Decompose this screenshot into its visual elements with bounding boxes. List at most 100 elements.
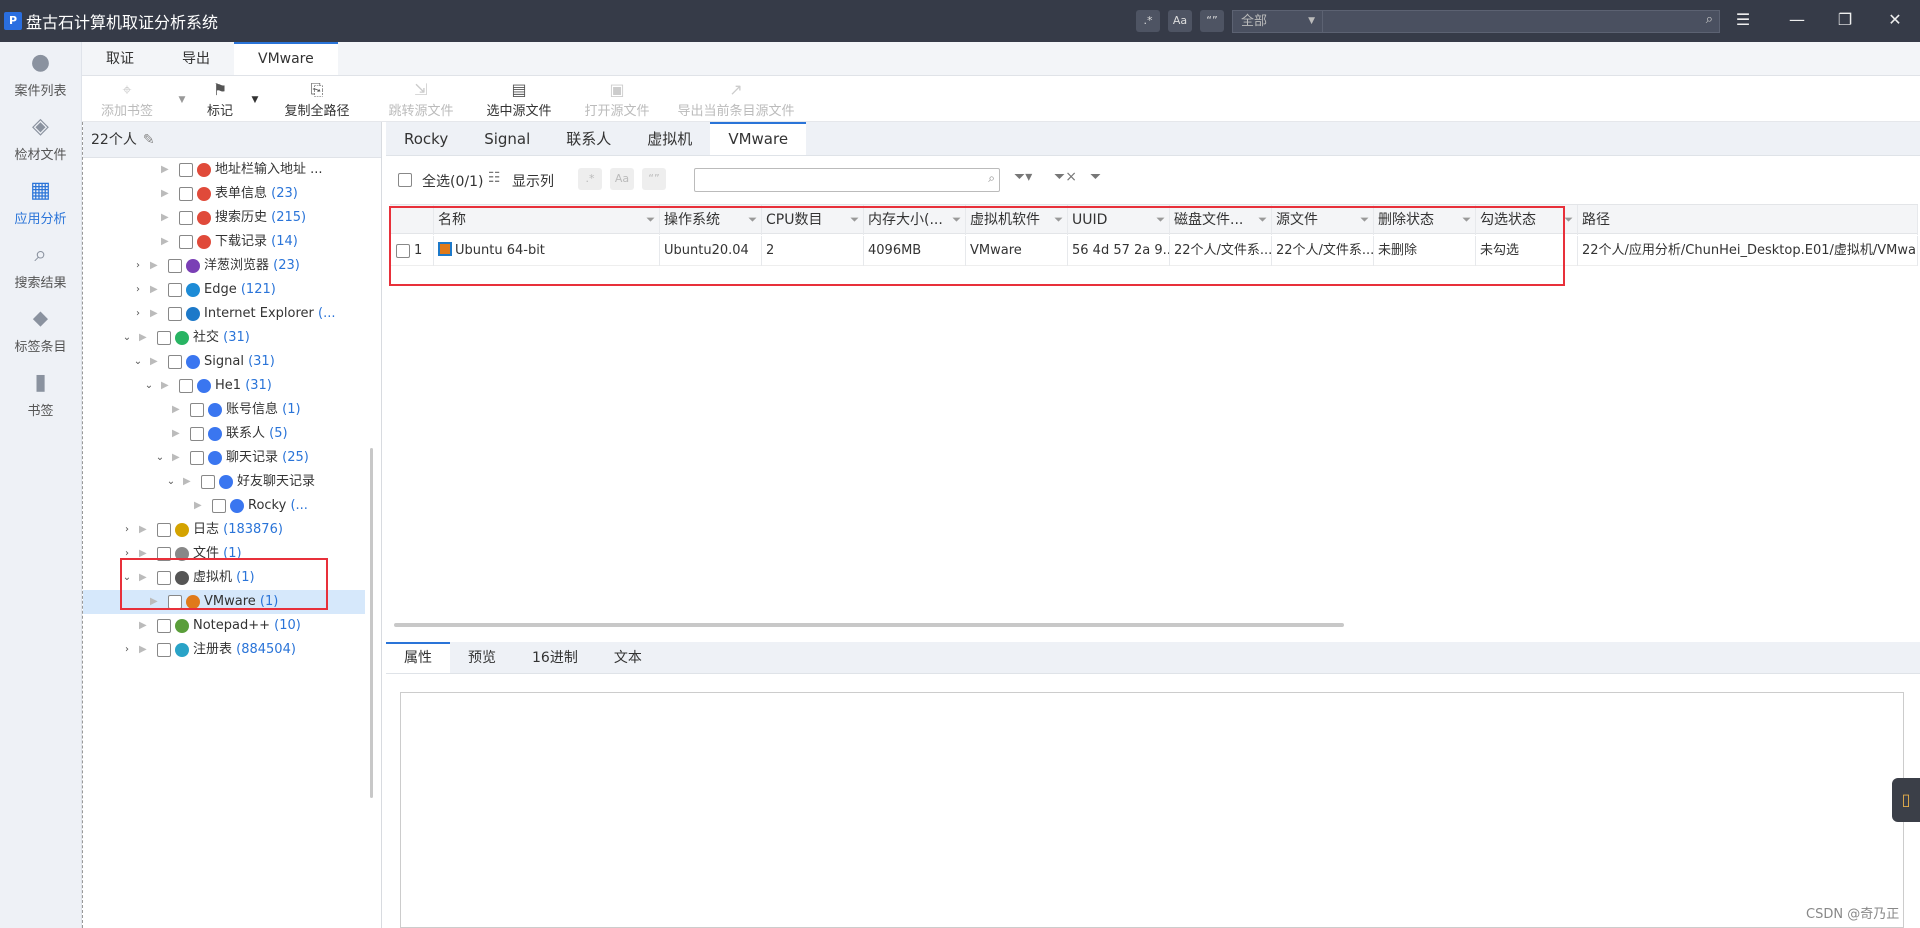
export-source-button[interactable]: ↗ 导出当前条目源文件 — [666, 76, 806, 121]
select-all-checkbox[interactable] — [398, 173, 412, 187]
tree-checkbox[interactable] — [179, 379, 193, 393]
content-tab-2[interactable]: 联系人 — [548, 122, 629, 155]
tree-item[interactable]: ⌄ ▶ 好友聊天记录 — [83, 470, 365, 494]
column-filter-icon[interactable]: ⏷ — [1564, 205, 1573, 235]
chevron-right-icon[interactable]: › — [132, 254, 144, 278]
jump-source-button[interactable]: ⇲ 跳转源文件 — [372, 76, 470, 121]
chevron-down-icon[interactable]: ⌄ — [165, 470, 177, 494]
column-header[interactable]: 路径 — [1578, 205, 1918, 235]
mark-button[interactable]: ⚑ 标记 — [192, 76, 248, 121]
chevron-down-icon[interactable]: ⌄ — [132, 350, 144, 374]
tree-checkbox[interactable] — [168, 355, 182, 369]
filter-icon[interactable]: ⏷ — [1090, 169, 1101, 185]
tree-item[interactable]: ⌄ ▶ Signal (31) — [83, 350, 365, 374]
tree-checkbox[interactable] — [179, 163, 193, 177]
tree-scrollbar[interactable] — [370, 448, 373, 798]
menu-tab-0[interactable]: 取证 — [82, 42, 158, 75]
menu-tab-2[interactable]: VMware — [234, 42, 338, 75]
tree-item[interactable]: ⌄ ▶ 社交 (31) — [83, 326, 365, 350]
tree-item[interactable]: ▶ 账号信息 (1) — [83, 398, 365, 422]
chevron-right-icon[interactable]: › — [121, 518, 133, 542]
restore-icon[interactable]: ❐ — [1830, 10, 1860, 29]
chevron-down-icon[interactable]: ⌄ — [121, 326, 133, 350]
detail-tab-2[interactable]: 16进制 — [514, 642, 596, 673]
minimize-icon[interactable]: — — [1782, 10, 1812, 29]
filter-dropdown-icon[interactable]: ⏷▾ — [1014, 169, 1032, 185]
table-search-input[interactable]: ⌕ — [694, 168, 1000, 192]
global-search-input[interactable]: ⌕ — [1322, 10, 1720, 33]
table-cell: 22个人/应用分析/ChunHei_Desktop.E01/虚拟机/VMware — [1578, 236, 1918, 266]
tree-item[interactable]: ▶ 地址栏输入地址 ... — [83, 158, 365, 182]
tree-checkbox[interactable] — [212, 499, 226, 513]
tree-checkbox[interactable] — [157, 523, 171, 537]
tree-item[interactable]: ⌄ ▶ 聊天记录 (25) — [83, 446, 365, 470]
table-quote-toggle[interactable]: “” — [642, 168, 666, 190]
nav-item-0[interactable]: ● 案件列表 — [0, 42, 81, 106]
regex-toggle-button[interactable]: .* — [1136, 10, 1160, 32]
tree-item[interactable]: ⌄ ▶ He1 (31) — [83, 374, 365, 398]
table-horizontal-scrollbar[interactable] — [394, 623, 1344, 627]
tree-checkbox[interactable] — [157, 331, 171, 345]
content-tab-1[interactable]: Signal — [466, 122, 548, 155]
tree-item[interactable]: ▶ 搜索历史 (215) — [83, 206, 365, 230]
tree-checkbox[interactable] — [190, 403, 204, 417]
tree-checkbox[interactable] — [168, 283, 182, 297]
chevron-down-icon[interactable]: ⌄ — [143, 374, 155, 398]
detail-tab-1[interactable]: 预览 — [450, 642, 514, 673]
menu-tab-1[interactable]: 导出 — [158, 42, 234, 75]
signal-icon — [186, 355, 200, 369]
tree-panel: 22个人 ✎ ▶ 地址栏输入地址 ... ▶ 表单信息 (23) ▶ 搜索历史 (215)… — [82, 122, 382, 928]
search-scope-select[interactable]: 全部 ▼ — [1232, 10, 1324, 33]
detail-tab-3[interactable]: 文本 — [596, 642, 660, 673]
tree-item[interactable]: › ▶ Edge (121) — [83, 278, 365, 302]
tree-checkbox[interactable] — [190, 427, 204, 441]
tree-item[interactable]: ▶ Rocky (... — [83, 494, 365, 518]
chevron-right-icon[interactable]: › — [121, 638, 133, 662]
tree-checkbox[interactable] — [168, 259, 182, 273]
nav-item-5[interactable]: ▮ 书签 — [0, 362, 81, 426]
tree-item[interactable]: ▶ Notepad++ (10) — [83, 614, 365, 638]
tree-item[interactable]: › ▶ 洋葱浏览器 (23) — [83, 254, 365, 278]
side-panel-handle-icon[interactable]: ▯ — [1892, 778, 1920, 822]
select-source-button[interactable]: ▤ 选中源文件 — [470, 76, 568, 121]
tree-checkbox[interactable] — [157, 643, 171, 657]
detail-tab-0[interactable]: 属性 — [386, 642, 450, 673]
filter-clear-icon[interactable]: ⏷× — [1054, 169, 1077, 185]
table-regex-toggle[interactable]: .* — [578, 168, 602, 190]
copy-full-path-button[interactable]: ⎘ 复制全路径 — [262, 76, 372, 121]
case-toggle-button[interactable]: Aa — [1168, 10, 1192, 32]
content-tab-4[interactable]: VMware — [710, 122, 807, 155]
table-case-toggle[interactable]: Aa — [610, 168, 634, 190]
tree-checkbox[interactable] — [168, 307, 182, 321]
content-tab-3[interactable]: 虚拟机 — [629, 122, 710, 155]
open-source-button[interactable]: ▣ 打开源文件 — [568, 76, 666, 121]
tree-item[interactable]: › ▶ 日志 (183876) — [83, 518, 365, 542]
chevron-down-icon[interactable]: ⌄ — [154, 446, 166, 470]
tree-item[interactable]: › ▶ 注册表 (884504) — [83, 638, 365, 662]
add-bookmark-button[interactable]: ⌖ 添加书签 — [82, 76, 172, 121]
bookmark-dropdown-icon[interactable]: ▼ — [172, 76, 192, 121]
nav-item-2[interactable]: ▦ 应用分析 — [0, 170, 81, 234]
tree-checkbox[interactable] — [190, 451, 204, 465]
quote-toggle-button[interactable]: “” — [1200, 10, 1224, 32]
nav-item-1[interactable]: ◈ 检材文件 — [0, 106, 81, 170]
tree-item[interactable]: › ▶ Internet Explorer (... — [83, 302, 365, 326]
tree-checkbox[interactable] — [179, 235, 193, 249]
chevron-right-icon[interactable]: › — [132, 302, 144, 326]
nav-item-3[interactable]: ⌕ 搜索结果 — [0, 234, 81, 298]
close-icon[interactable]: ✕ — [1880, 10, 1910, 29]
menu-icon[interactable]: ☰ — [1728, 10, 1758, 29]
tree-item[interactable]: ▶ 联系人 (5) — [83, 422, 365, 446]
tree-item[interactable]: ▶ 下载记录 (14) — [83, 230, 365, 254]
content-tab-0[interactable]: Rocky — [386, 122, 466, 155]
tree-checkbox[interactable] — [179, 211, 193, 225]
chevron-right-icon[interactable]: › — [132, 278, 144, 302]
edit-icon[interactable]: ✎ — [143, 132, 155, 148]
mark-dropdown-icon[interactable]: ▼ — [248, 76, 262, 121]
tree-checkbox[interactable] — [201, 475, 215, 489]
show-columns-button[interactable]: 显示列 — [512, 171, 554, 191]
tree-item[interactable]: ▶ 表单信息 (23) — [83, 182, 365, 206]
nav-item-4[interactable]: ⬥ 标签条目 — [0, 298, 81, 362]
tree-checkbox[interactable] — [157, 619, 171, 633]
tree-checkbox[interactable] — [179, 187, 193, 201]
